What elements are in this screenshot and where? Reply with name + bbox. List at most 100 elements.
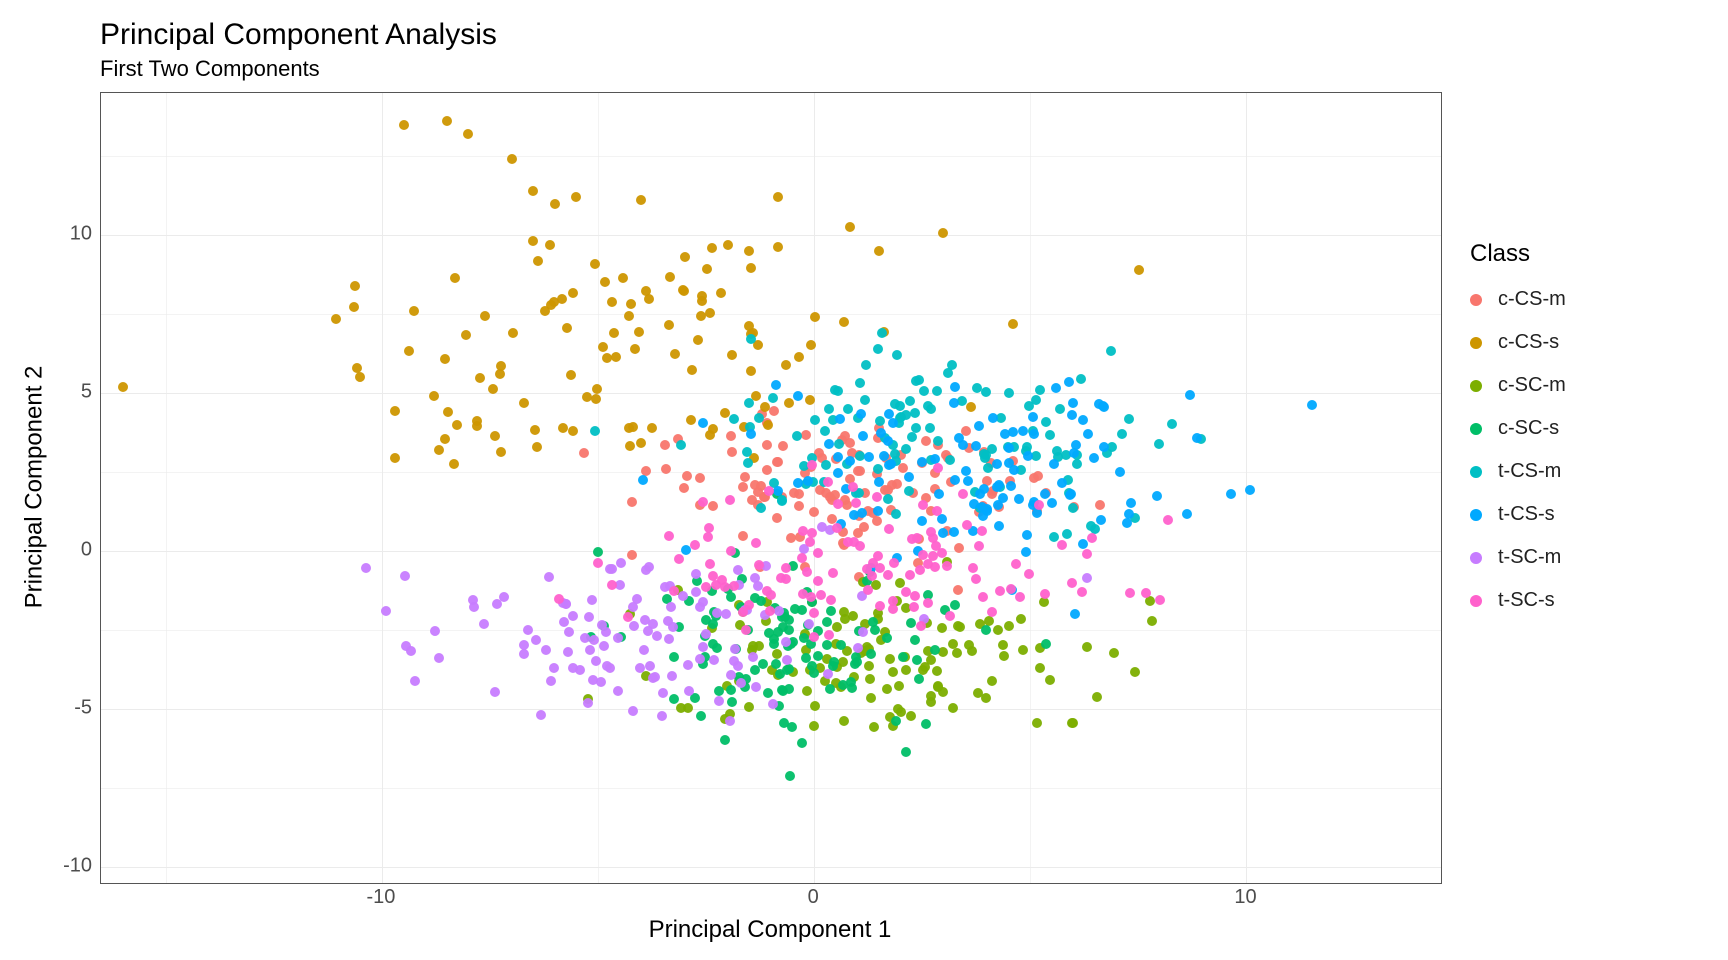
data-point — [925, 423, 935, 433]
data-point — [826, 606, 836, 616]
data-point — [641, 565, 651, 575]
data-point — [760, 402, 770, 412]
data-point — [390, 406, 400, 416]
data-point — [1068, 503, 1078, 513]
data-point — [904, 472, 914, 482]
data-point — [888, 418, 898, 428]
data-point — [917, 457, 927, 467]
data-point — [496, 447, 506, 457]
data-point — [399, 120, 409, 130]
legend-swatch — [1470, 509, 1482, 521]
legend-item: t-SC-m — [1470, 546, 1700, 569]
data-point — [568, 611, 578, 621]
plot-panel — [100, 92, 1442, 884]
data-point — [937, 548, 947, 558]
data-point — [695, 654, 705, 664]
data-point — [784, 684, 794, 694]
data-point — [1069, 448, 1079, 458]
data-point — [585, 645, 595, 655]
data-point — [733, 565, 743, 575]
data-point — [994, 480, 1004, 490]
gridline-v — [1030, 93, 1031, 883]
data-point — [686, 415, 696, 425]
data-point — [638, 475, 648, 485]
data-point — [860, 395, 870, 405]
data-point — [855, 541, 865, 551]
data-point — [712, 608, 722, 618]
data-point — [947, 360, 957, 370]
data-point — [492, 599, 502, 609]
data-point — [809, 507, 819, 517]
data-point — [809, 721, 819, 731]
data-point — [884, 524, 894, 534]
data-point — [660, 440, 670, 450]
data-point — [714, 686, 724, 696]
data-point — [914, 375, 924, 385]
data-point — [532, 442, 542, 452]
data-point — [810, 701, 820, 711]
data-point — [582, 392, 592, 402]
data-point — [981, 625, 991, 635]
data-point — [751, 682, 761, 692]
data-point — [519, 398, 529, 408]
legend-item: c-CS-m — [1470, 288, 1700, 311]
legend-item: t-CS-s — [1470, 503, 1700, 526]
data-point — [769, 406, 779, 416]
data-point — [1055, 404, 1065, 414]
data-point — [921, 719, 931, 729]
data-point — [531, 635, 541, 645]
data-point — [823, 477, 833, 487]
data-point — [981, 387, 991, 397]
data-point — [1106, 346, 1116, 356]
data-point — [698, 497, 708, 507]
data-point — [883, 570, 893, 580]
data-point — [490, 431, 500, 441]
data-point — [798, 589, 808, 599]
data-point — [1029, 473, 1039, 483]
data-point — [683, 660, 693, 670]
data-point — [885, 654, 895, 664]
data-point — [568, 288, 578, 298]
gridline-v — [382, 93, 383, 883]
data-point — [1018, 426, 1028, 436]
data-point — [803, 476, 813, 486]
data-point — [998, 640, 1008, 650]
data-point — [449, 459, 459, 469]
data-point — [507, 154, 517, 164]
data-point — [751, 538, 761, 548]
data-point — [915, 565, 925, 575]
data-point — [741, 625, 751, 635]
data-point — [687, 365, 697, 375]
data-point — [932, 506, 942, 516]
data-point — [623, 612, 633, 622]
data-point — [883, 436, 893, 446]
data-point — [768, 699, 778, 709]
data-point — [1006, 481, 1016, 491]
data-point — [1087, 533, 1097, 543]
data-point — [773, 242, 783, 252]
data-point — [118, 382, 128, 392]
data-point — [781, 637, 791, 647]
data-point — [727, 350, 737, 360]
data-point — [797, 553, 807, 563]
data-point — [832, 622, 842, 632]
data-point — [833, 468, 843, 478]
data-point — [607, 580, 617, 590]
data-point — [726, 431, 736, 441]
data-point — [777, 495, 787, 505]
data-point — [1014, 494, 1024, 504]
data-point — [1089, 453, 1099, 463]
data-point — [914, 674, 924, 684]
data-point — [1134, 265, 1144, 275]
data-point — [1307, 400, 1317, 410]
data-point — [1041, 417, 1051, 427]
data-point — [809, 608, 819, 618]
data-point — [833, 452, 843, 462]
data-point — [958, 489, 968, 499]
data-point — [824, 439, 834, 449]
data-point — [730, 644, 740, 654]
data-point — [1141, 588, 1151, 598]
data-point — [746, 263, 756, 273]
data-point — [889, 558, 899, 568]
data-point — [907, 432, 917, 442]
